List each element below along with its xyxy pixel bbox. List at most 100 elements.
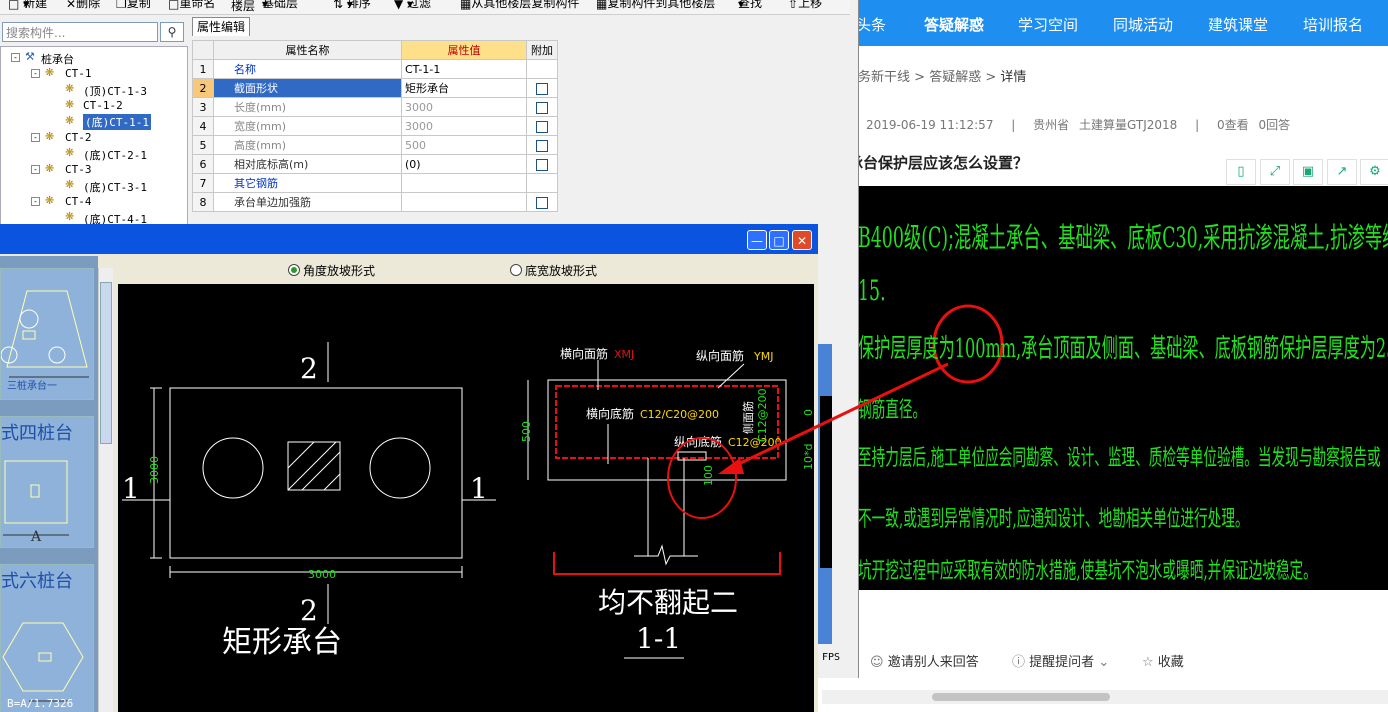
property-name: 长度(mm) <box>213 97 402 117</box>
remind-asker-button[interactable]: ⓘ 提醒提问者 ⌄ <box>1012 651 1109 670</box>
thumbnail-scrollbar[interactable] <box>98 268 113 712</box>
nav-item-study[interactable]: 学习空间 <box>1018 14 1078 35</box>
thumbnail-six-pile[interactable]: 式六桩台 B=A/1.7326 <box>0 564 94 712</box>
search-input[interactable]: 搜索构件... <box>2 22 158 42</box>
section-height: 500 <box>520 421 533 442</box>
tree-node-ct2-bottom[interactable]: (底)CT-2-1 <box>83 147 147 163</box>
expand-icon[interactable]: ⤢ <box>1260 159 1290 185</box>
collapse-icon[interactable]: - <box>31 197 40 206</box>
table-row[interactable]: 1 名称 CT-1-1 <box>192 59 558 79</box>
property-value[interactable]: CT-1-1 <box>401 59 527 79</box>
collapse-icon[interactable]: - <box>11 53 20 62</box>
floor-select[interactable]: 基础层 ▾ <box>262 0 298 11</box>
extra-checkbox[interactable] <box>536 120 548 133</box>
table-row[interactable]: 6 相对底标高(m) (0) <box>192 154 558 174</box>
extra-checkbox[interactable] <box>536 139 548 152</box>
close-icon[interactable]: ✕ <box>792 230 812 250</box>
filter-button[interactable]: ▼ 过滤 ▾ <box>394 0 431 11</box>
table-row[interactable]: 2 截面形状 矩形承台 <box>192 78 558 98</box>
move-up-button[interactable]: ⇧ 上移 <box>788 0 822 11</box>
settings-icon[interactable]: ⚙ <box>1360 159 1388 185</box>
cad-canvas[interactable]: 2 1 1 3000 3000 2 矩形承台 500 横向面筋 XMJ 纵向面筋… <box>118 284 814 712</box>
tree-node-ct1-mid[interactable]: CT-1-2 <box>83 99 123 112</box>
collapse-icon[interactable]: - <box>31 133 40 142</box>
new-button[interactable]: □ 新建 ▾ <box>8 0 47 11</box>
save-icon[interactable]: ▣ <box>1293 159 1323 185</box>
table-row[interactable]: 7 其它钢筋 <box>192 173 558 193</box>
property-name: 高度(mm) <box>213 135 402 155</box>
rebar-code: C12@200 <box>756 388 769 442</box>
extra-cell <box>526 116 558 136</box>
table-row[interactable]: 3 长度(mm) 3000 <box>192 97 558 117</box>
invite-answer-button[interactable]: ☺ 邀请别人来回答 <box>870 651 979 670</box>
share-icon[interactable]: ↗ <box>1327 159 1357 185</box>
scrollbar-thumb[interactable] <box>100 282 112 444</box>
nav-item-qa[interactable]: 答疑解惑 <box>924 14 984 35</box>
pile-circle <box>202 437 264 499</box>
tree-node-ct3[interactable]: CT-3 <box>65 163 92 176</box>
property-value[interactable]: 500 <box>401 135 527 155</box>
breadcrumb-item[interactable]: 务新干线 <box>858 70 910 85</box>
dialog-titlebar[interactable]: — □ ✕ <box>0 224 818 254</box>
property-value[interactable]: (0) <box>401 154 527 174</box>
property-grid: 属性名称 属性值 附加 1 名称 CT-1-1 2 截面形状 矩形承台 3 长度… <box>192 40 558 212</box>
rebar-code: C12@200 <box>728 436 782 449</box>
table-row[interactable]: 5 高度(mm) 500 <box>192 135 558 155</box>
radio-angle-slope[interactable]: 角度放坡形式 <box>288 262 375 279</box>
page-icon[interactable]: ▯ <box>1226 159 1256 185</box>
rename-button[interactable]: □ 重命名 <box>168 0 215 11</box>
minimize-icon[interactable]: — <box>747 230 767 250</box>
copy-from-floor-button[interactable]: ▦ 从其他楼层复制构件 <box>460 0 579 11</box>
thumbnail-three-pile[interactable]: 三桩承台一 <box>0 268 94 400</box>
property-value[interactable]: 3000 <box>401 116 527 136</box>
tree-node-ct1-bottom[interactable]: (底)CT-1-1 <box>83 114 151 130</box>
rebar-code: YMJ <box>753 350 773 363</box>
collapse-icon[interactable]: - <box>31 165 40 174</box>
copy-to-floor-button[interactable]: ▦ 复制构件到其他楼层 <box>596 0 715 11</box>
extra-cell <box>526 135 558 155</box>
table-row[interactable]: 8 承台单边加强筋 <box>192 192 558 212</box>
tree-node-ct1[interactable]: CT-1 <box>65 67 92 80</box>
tree-node-ct1-top[interactable]: (顶)CT-1-3 <box>83 83 147 99</box>
rebar-label-bottom-trans: 横向底筋 <box>586 406 634 421</box>
favorite-button[interactable]: ☆ 收藏 <box>1142 651 1184 670</box>
copy-button[interactable]: ❐ 复制 <box>116 0 151 11</box>
nav-item-classroom[interactable]: 建筑课堂 <box>1208 14 1268 35</box>
software-tag: 土建算量GTJ2018 <box>1079 118 1178 132</box>
radio-checked-icon <box>288 264 300 276</box>
find-button[interactable]: 查找 ▾ <box>738 0 762 11</box>
extra-checkbox[interactable] <box>536 82 548 95</box>
extra-checkbox[interactable] <box>536 196 548 209</box>
scrollbar-thumb[interactable] <box>932 693 1110 701</box>
question-image[interactable]: B400级(C);混凝土承台、基础梁、底板C30,采用抗渗混凝土,抗渗等级P6,… <box>858 186 1388 590</box>
property-value[interactable]: 3000 <box>401 97 527 117</box>
component-icon: ❋ <box>65 210 75 223</box>
collapse-icon[interactable]: - <box>31 69 40 78</box>
thumbnail-four-pile[interactable]: 式四桩台 A <box>0 416 94 548</box>
tree-node-ct4[interactable]: CT-4 <box>65 195 92 208</box>
nav-item-training[interactable]: 培训报名 <box>1303 14 1363 35</box>
property-value[interactable]: 矩形承台 <box>401 78 527 98</box>
maximize-icon[interactable]: □ <box>769 230 789 250</box>
tree-node-ct3-bottom[interactable]: (底)CT-3-1 <box>83 179 147 195</box>
horizontal-scrollbar[interactable] <box>822 690 1388 704</box>
property-value[interactable] <box>401 173 527 193</box>
tree-node-root[interactable]: 桩承台 <box>41 51 74 67</box>
extra-checkbox[interactable] <box>536 101 548 114</box>
thumbnail-caption: 三桩承台一 <box>7 381 57 392</box>
nav-item-toutiao[interactable]: 头条 <box>856 14 886 35</box>
sort-button[interactable]: ⇅ 排序 ▾ <box>333 0 371 11</box>
tree-node-ct2[interactable]: CT-2 <box>65 131 92 144</box>
property-value[interactable] <box>401 192 527 212</box>
breadcrumb: 务新干线 > 答疑解惑 > 详情 <box>858 66 1026 85</box>
component-icon: ❋ <box>45 162 55 175</box>
table-row[interactable]: 4 宽度(mm) 3000 <box>192 116 558 136</box>
extra-checkbox[interactable] <box>536 158 548 171</box>
nav-item-local-events[interactable]: 同城活动 <box>1113 14 1173 35</box>
tab-property-edit[interactable]: 属性编辑 <box>192 17 250 36</box>
radio-bottom-width-slope[interactable]: 底宽放坡形式 <box>510 262 597 279</box>
section-mark-label: 2 <box>300 594 318 627</box>
breadcrumb-item[interactable]: 答疑解惑 <box>929 70 981 85</box>
delete-button[interactable]: ✕ 删除 <box>66 0 100 11</box>
search-icon[interactable]: ⚲ <box>160 22 184 42</box>
